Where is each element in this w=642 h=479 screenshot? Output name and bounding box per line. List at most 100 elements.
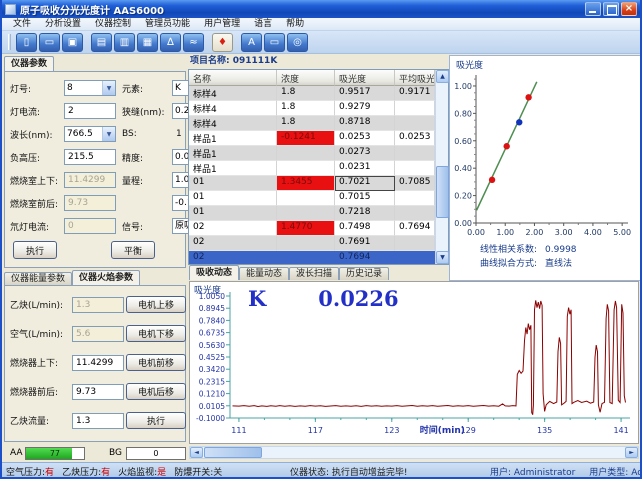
lamp-number-select[interactable]: 8▼	[64, 80, 116, 96]
column-header-3[interactable]: 平均吸光度	[395, 70, 435, 86]
table-row[interactable]: 010.7015	[189, 191, 435, 206]
tab-instrument-params[interactable]: 仪器参数	[4, 56, 54, 71]
dynamics-horizontal-scrollbar[interactable]: ◄ ►	[189, 446, 639, 459]
new-file-button[interactable]: ▯	[16, 33, 37, 52]
scroll-down-icon[interactable]: ▼	[436, 251, 449, 264]
cell-concentration	[277, 191, 335, 206]
table-row[interactable]: 02 0.7691	[189, 236, 435, 251]
table-row[interactable]: 样品10.0273	[189, 146, 435, 161]
motor-back-button[interactable]: 电机后移	[126, 383, 186, 400]
motor-up-button[interactable]: 电机上移	[126, 296, 186, 313]
column-header-0[interactable]: 名称	[189, 70, 277, 86]
cell-concentration	[277, 236, 335, 251]
auto-gain-button[interactable]: ▥	[114, 33, 135, 52]
open-file-button[interactable]: ▭	[39, 33, 60, 52]
menu-item-5[interactable]: 语言	[247, 18, 279, 30]
scroll-thumb[interactable]	[436, 166, 449, 218]
dynamics-chart: 吸光度 K 0.0226 1.00500.89450.78400.67350.5…	[189, 281, 639, 444]
motor-down-button[interactable]: 电机下移	[126, 325, 186, 342]
cell-name: 02	[189, 251, 277, 264]
table-row[interactable]: 011.34550.70210.7085	[189, 176, 435, 191]
svg-text:135: 135	[537, 426, 552, 435]
motor-forward-button[interactable]: 电机前移	[126, 354, 186, 371]
tab-flame-0[interactable]: 仪器能量参数	[4, 272, 72, 285]
cell-absorbance: 0.7015	[335, 191, 395, 206]
hollow-lamp-button[interactable]: A	[241, 33, 262, 52]
menu-item-6[interactable]: 帮助	[279, 18, 311, 30]
svg-text:123: 123	[384, 426, 399, 435]
tab-flame-1[interactable]: 仪器火焰参数	[72, 270, 140, 285]
status-flag-2: 火焰监视:是	[118, 465, 166, 478]
lamp-current-field[interactable]: 2	[64, 103, 116, 119]
execute-flame-button[interactable]: 执行	[126, 412, 186, 429]
table-row[interactable]: 020.7694	[189, 251, 435, 264]
table-row[interactable]: 标样41.80.8718	[189, 116, 435, 131]
hscroll-thumb[interactable]	[204, 447, 262, 458]
absorbance-trace	[233, 300, 626, 414]
burner-updown-field[interactable]: 11.4299	[72, 355, 124, 371]
table-row[interactable]: 010.7218	[189, 206, 435, 221]
execute-params-button[interactable]: 执行	[13, 241, 57, 259]
chevron-down-icon[interactable]: ▼	[102, 81, 115, 95]
menu-item-3[interactable]: 管理员功能	[138, 18, 197, 30]
table-vertical-scrollbar[interactable]: ▲ ▼	[435, 70, 448, 264]
menu-item-1[interactable]: 分析设置	[38, 18, 88, 30]
left-column: 仪器参数 灯号:8▼元素:K▼灯电流:2狭缝(nm):0.2▼波长(nm):76…	[3, 55, 187, 462]
tab-dynamics-1[interactable]: 能量动态	[239, 267, 289, 280]
chevron-down-icon[interactable]: ▼	[102, 127, 115, 141]
menu-item-0[interactable]: 文件	[6, 18, 38, 30]
scroll-left-icon[interactable]: ◄	[190, 447, 203, 458]
power-off-button[interactable]: ◎	[287, 33, 308, 52]
burner-frontback-label: 燃烧器前后:	[8, 385, 72, 398]
acetylene-setting-field[interactable]: 1.3	[72, 413, 124, 429]
burner-frontback-field[interactable]: 9.73	[72, 384, 124, 400]
table-row[interactable]: 标样41.80.9279	[189, 101, 435, 116]
menu-item-2[interactable]: 仪器控制	[88, 18, 138, 30]
cell-absorbance: 0.7021	[335, 176, 395, 191]
wavelength-peak-button[interactable]: ∆	[160, 33, 181, 52]
maximize-icon[interactable]	[603, 2, 619, 16]
fit-method: 曲线拟合方式:直线法	[450, 257, 640, 271]
column-header-1[interactable]: 浓度	[277, 70, 335, 86]
lamp-energy-button[interactable]: ▤	[91, 33, 112, 52]
status-flag-3: 防爆开关:关	[174, 465, 222, 478]
cell-avg-absorbance	[395, 206, 435, 221]
burner-horizontal-label: 燃烧室前后:	[8, 197, 64, 210]
results-zone: 项目名称: 091111K 名称浓度吸光度平均吸光度标样41.80.95170.…	[187, 55, 449, 265]
tab-dynamics-2[interactable]: 波长扫描	[289, 267, 339, 280]
cell-concentration	[277, 161, 335, 176]
status-flag-value: 是	[157, 468, 166, 478]
scroll-up-icon[interactable]: ▲	[436, 70, 449, 83]
balance-button[interactable]: 平衡	[111, 241, 155, 259]
toolbar: ▯▭▣▤▥▦∆≈♦A▭◎	[2, 31, 640, 54]
burner-position-button[interactable]: ≈	[183, 33, 204, 52]
status-flag-value: 有	[101, 468, 110, 478]
menu-item-4[interactable]: 用户管理	[197, 18, 247, 30]
table-row[interactable]: 021.47700.74980.7694	[189, 221, 435, 236]
tab-dynamics-0[interactable]: 吸收动态	[189, 265, 239, 280]
acetylene-flow-field: 1.3	[72, 297, 124, 313]
ignite-flame-button[interactable]: ♦	[212, 33, 233, 52]
minimize-icon[interactable]	[585, 2, 601, 16]
toolbar-grip[interactable]	[8, 34, 11, 50]
wavelength-select[interactable]: 766.5▼	[64, 126, 116, 142]
cell-concentration	[277, 206, 335, 221]
app-icon	[5, 4, 16, 15]
table-row[interactable]: 样品10.0231	[189, 161, 435, 176]
tab-dynamics-3[interactable]: 历史记录	[339, 267, 389, 280]
save-button[interactable]: ▣	[62, 33, 83, 52]
svg-text:111: 111	[231, 426, 246, 435]
table-row[interactable]: 标样41.80.95170.9171	[189, 86, 435, 101]
cell-name: 01	[189, 176, 277, 191]
scroll-right-icon[interactable]: ►	[625, 447, 638, 458]
column-header-2[interactable]: 吸光度	[335, 70, 395, 86]
table-row[interactable]: 样品1-0.12410.02530.0253	[189, 131, 435, 146]
close-icon[interactable]: ×	[621, 2, 637, 16]
negative-high-voltage-field[interactable]: 215.5	[64, 149, 116, 165]
cell-absorbance: 0.8718	[335, 116, 395, 131]
autosampler-button[interactable]: ▭	[264, 33, 285, 52]
cell-name: 02	[189, 236, 277, 251]
cell-avg-absorbance	[395, 101, 435, 116]
cell-absorbance: 0.7691	[335, 236, 395, 251]
baseline-zero-button[interactable]: ▦	[137, 33, 158, 52]
